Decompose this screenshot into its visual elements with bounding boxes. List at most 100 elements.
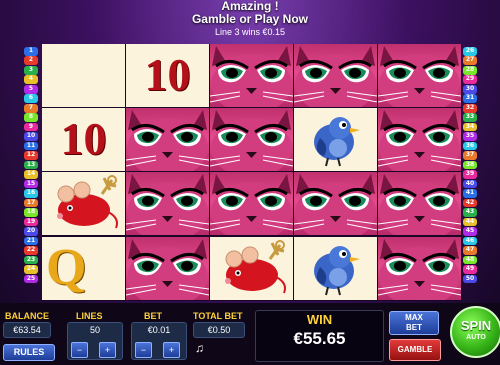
payline-marker[interactable]: 33	[463, 113, 477, 122]
payline-marker[interactable]: 5	[24, 84, 38, 94]
max-bet-button[interactable]: MAX BET	[389, 311, 439, 335]
gamble-button[interactable]: GAMBLE	[389, 339, 441, 361]
payline-marker[interactable]: 41	[463, 189, 477, 198]
payline-marker[interactable]: 14	[24, 170, 38, 179]
payline-marker[interactable]: 18	[24, 208, 38, 217]
balance-label: BALANCE	[5, 311, 49, 321]
ten-label: 10	[144, 49, 191, 100]
payline-marker[interactable]: 19	[24, 217, 38, 227]
max-bet-label: MAX BET	[405, 313, 423, 332]
spin-button[interactable]: SPIN AUTO	[450, 306, 500, 358]
mouse-symbol	[210, 237, 293, 300]
rules-button[interactable]: RULES	[3, 344, 55, 361]
payline-marker[interactable]: 16	[24, 189, 38, 198]
payline-marker[interactable]: 44	[463, 217, 477, 227]
payline-marker[interactable]: 11	[24, 141, 38, 151]
music-note-icon[interactable]: ♫	[195, 341, 204, 355]
payline-marker[interactable]: 29	[463, 75, 477, 85]
win-message: Amazing ! Gamble or Play Now Line 3 wins…	[150, 0, 350, 42]
payline-marker[interactable]: 2	[24, 56, 38, 66]
payline-marker[interactable]: 27	[463, 56, 477, 66]
message-line-3: Line 3 wins €0.15	[214, 27, 286, 37]
payline-marker[interactable]: 50	[463, 274, 477, 284]
cat-symbol	[210, 108, 293, 171]
queen-symbol: Q	[42, 237, 125, 300]
auto-label: AUTO	[466, 334, 486, 341]
payline-marker[interactable]: 28	[463, 65, 477, 75]
payline-marker[interactable]: 15	[24, 179, 38, 189]
payline-marker[interactable]: 4	[24, 75, 38, 85]
payline-marker[interactable]: 7	[24, 103, 38, 113]
payline-marker[interactable]: 20	[24, 227, 38, 236]
win-value: €55.65	[293, 329, 346, 348]
payline-marker[interactable]: 12	[24, 151, 38, 160]
payline-marker[interactable]: 37	[463, 151, 477, 160]
payline-marker[interactable]: 36	[463, 141, 477, 151]
payline-marker[interactable]: 17	[24, 198, 38, 208]
payline-marker[interactable]: 46	[463, 236, 477, 246]
payline-marker[interactable]: 1	[24, 47, 38, 56]
payline-marker[interactable]: 10	[24, 132, 38, 141]
payline-marker[interactable]: 30	[463, 84, 477, 94]
total-bet-value: €0.50	[193, 322, 245, 338]
payline-marker[interactable]: 13	[24, 160, 38, 170]
payline-marker[interactable]: 31	[463, 94, 477, 104]
cat-symbol	[126, 172, 209, 235]
cat-symbol	[378, 172, 461, 235]
payline-marker[interactable]: 38	[463, 160, 477, 170]
payline-marker[interactable]: 42	[463, 198, 477, 208]
cat-symbol	[378, 108, 461, 171]
balance-value: €63.54	[3, 322, 51, 338]
message-line-2: Gamble or Play Now	[191, 12, 309, 26]
payline-marker[interactable]: 3	[24, 65, 38, 75]
total-bet-label: TOTAL BET	[193, 311, 243, 321]
payline-marker[interactable]: 8	[24, 113, 38, 122]
spin-label: SPIN	[460, 318, 492, 333]
cat-symbol	[126, 108, 209, 171]
bird-symbol	[294, 237, 377, 300]
reel-grid: 10 10 Q	[42, 44, 462, 301]
cat-symbol	[126, 237, 209, 300]
payline-marker[interactable]: 34	[463, 122, 477, 132]
win-label: WIN	[306, 312, 333, 327]
ten-label: 10	[60, 113, 107, 164]
payline-marker[interactable]: 45	[463, 227, 477, 236]
cat-symbol	[210, 172, 293, 235]
payline-marker[interactable]: 9	[24, 122, 38, 132]
bird-symbol	[294, 108, 377, 171]
cat-symbol	[294, 172, 377, 235]
payline-marker[interactable]: 49	[463, 265, 477, 274]
blank-symbol	[42, 44, 125, 107]
payline-marker[interactable]: 6	[24, 94, 38, 104]
ten-symbol: 10	[126, 44, 209, 107]
cat-symbol	[294, 44, 377, 107]
ten-symbol: 10	[42, 108, 125, 171]
lines-label: LINES	[76, 311, 103, 321]
payline-marker[interactable]: 43	[463, 208, 477, 217]
payline-marker[interactable]: 22	[24, 246, 38, 255]
queen-label: Q	[46, 239, 87, 296]
payline-marker[interactable]: 23	[24, 255, 38, 265]
payline-marker[interactable]: 39	[463, 170, 477, 179]
payline-marker[interactable]: 47	[463, 246, 477, 255]
payline-marker[interactable]: 48	[463, 255, 477, 265]
payline-marker[interactable]: 40	[463, 179, 477, 189]
lines-increase-button[interactable]: +	[99, 342, 116, 358]
lines-value: 50	[89, 325, 100, 335]
payline-marker[interactable]: 32	[463, 103, 477, 113]
cat-symbol	[378, 44, 461, 107]
payline-marker[interactable]: 35	[463, 132, 477, 141]
mouse-symbol	[42, 172, 125, 235]
bet-decrease-button[interactable]: −	[135, 342, 152, 358]
bet-value: €0.01	[147, 325, 171, 335]
payline-marker[interactable]: 21	[24, 236, 38, 246]
payline-marker[interactable]: 24	[24, 265, 38, 274]
win-display: WIN €55.65	[255, 310, 384, 362]
bet-label: BET	[144, 311, 162, 321]
payline-marker[interactable]: 26	[463, 47, 477, 56]
bet-increase-button[interactable]: +	[163, 342, 180, 358]
cat-symbol	[378, 237, 461, 300]
lines-decrease-button[interactable]: −	[71, 342, 88, 358]
payline-marker[interactable]: 25	[24, 274, 38, 284]
payline-markers-left: 1 2 3 4 5 6 7 8 9 10 11 12 13 14 15 16 17 18 19 20 21 22 23 24 2…	[24, 47, 38, 284]
